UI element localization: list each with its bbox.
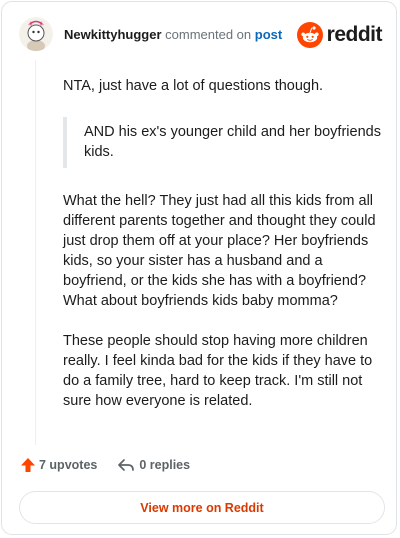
comment-paragraph: These people should stop having more chi… — [63, 333, 373, 409]
reddit-logo[interactable]: reddit — [296, 22, 383, 48]
comment-actions: 7 upvotes 0 replies — [20, 457, 190, 473]
reply-count: 0 replies — [139, 458, 191, 472]
upvote-arrow-icon[interactable] — [20, 457, 36, 473]
username-link[interactable]: Newkittyhugger — [64, 27, 162, 42]
blockquote: AND his ex's younger child and her boyfr… — [63, 117, 381, 168]
reddit-wordmark: reddit — [326, 23, 383, 46]
comment-card: Newkittyhugger commented on post reddit … — [1, 1, 397, 535]
post-link[interactable]: post — [255, 27, 282, 42]
user-avatar[interactable] — [19, 17, 53, 51]
comment-paragraph: What the hell? They just had all this ki… — [63, 193, 376, 309]
reddit-snoo-icon — [296, 22, 323, 48]
comment-body: NTA, just have a lot of questions though… — [63, 76, 381, 411]
thread-line — [35, 60, 36, 445]
comment-intro: NTA, just have a lot of questions though… — [63, 78, 324, 94]
view-more-button[interactable]: View more on Reddit — [19, 491, 385, 524]
action-text: commented on — [165, 27, 252, 42]
upvote-count: 7 upvotes — [39, 458, 98, 472]
quote-text: AND his ex's younger child and her boyfr… — [84, 124, 381, 160]
reply-arrow-icon[interactable] — [117, 458, 135, 472]
comment-header: Newkittyhugger commented on post — [64, 27, 282, 43]
